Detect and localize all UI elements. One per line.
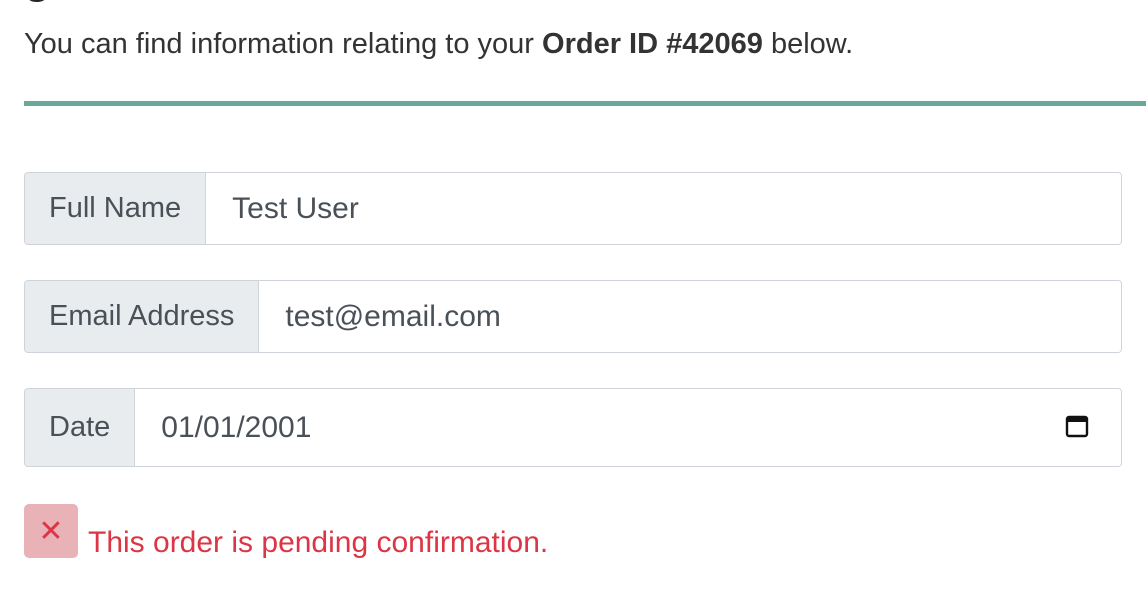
email-label: Email Address <box>25 281 260 352</box>
order-status-alert: ✕ This order is pending confirmation. <box>24 504 549 559</box>
full-name-label: Full Name <box>25 173 207 244</box>
date-group: Date 01/01/2001 <box>24 388 1122 467</box>
section-divider <box>24 101 1146 106</box>
email-group: Email Address test@email.com <box>24 280 1122 353</box>
page-title-cropped: g <box>24 0 51 4</box>
full-name-group: Full Name Test User <box>24 172 1122 245</box>
date-value: 01/01/2001 <box>161 410 312 444</box>
calendar-icon[interactable] <box>1065 414 1089 438</box>
status-message: This order is pending confirmation. <box>88 526 549 559</box>
intro-suffix: below. <box>762 28 854 60</box>
close-icon: ✕ <box>24 504 78 558</box>
email-input[interactable]: test@email.com <box>259 281 1121 352</box>
order-intro: You can find information relating to you… <box>24 28 853 61</box>
date-label: Date <box>25 389 136 466</box>
order-id: Order ID #42069 <box>542 28 763 60</box>
order-page: g You can find information relating to y… <box>0 0 1146 610</box>
intro-prefix: You can find information relating to you… <box>24 28 543 60</box>
date-input[interactable]: 01/01/2001 <box>135 389 1121 466</box>
full-name-input[interactable]: Test User <box>206 173 1121 244</box>
